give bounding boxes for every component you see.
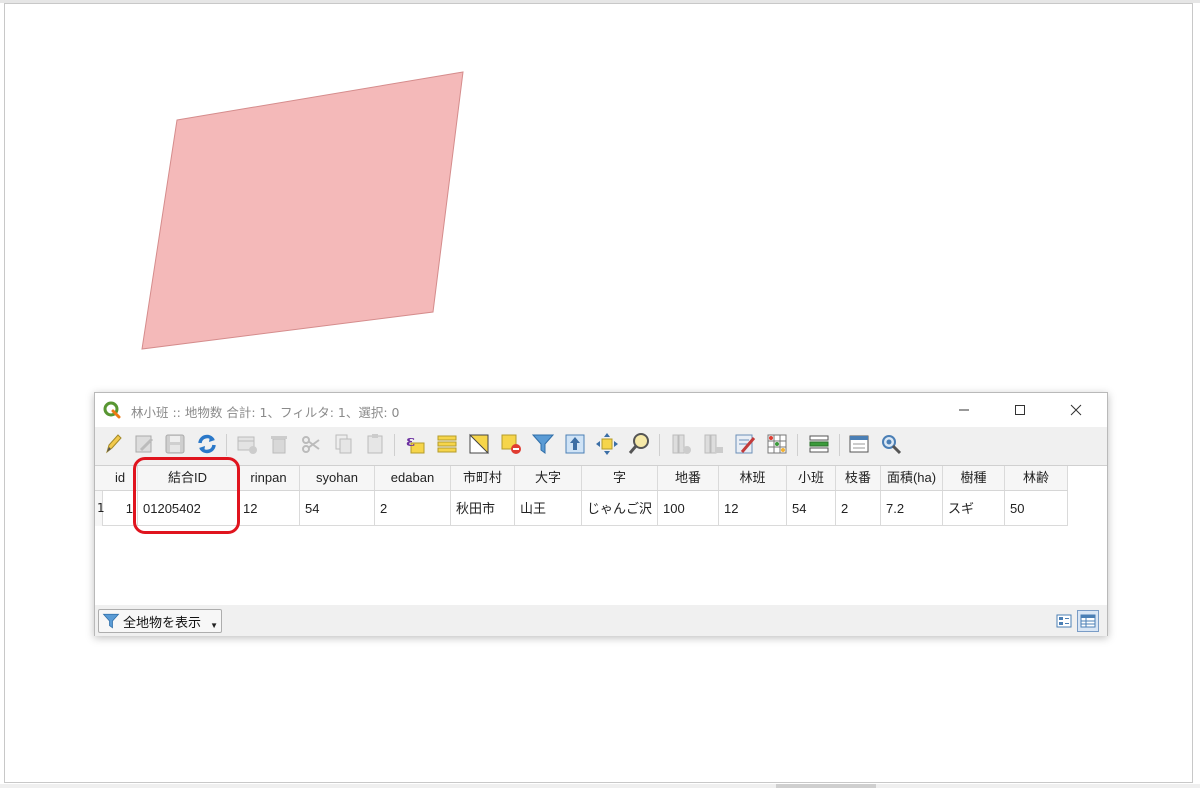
- toolbar-separator: [394, 434, 395, 456]
- table-row[interactable]: 1 01205402 12 54 2 秋田市 山王 じゃんご沢 100 12 54 2 7.2 スギ 50: [95, 491, 1068, 526]
- column-header[interactable]: edaban: [375, 466, 451, 490]
- toolbar-separator: [839, 434, 840, 456]
- table-cell[interactable]: 100: [658, 491, 719, 526]
- filter-icon: [102, 613, 120, 629]
- invert-selection-icon[interactable]: [467, 432, 491, 456]
- form-view-button[interactable]: [1053, 610, 1075, 632]
- forest-parcel-polygon[interactable]: [141, 71, 464, 350]
- multi-edit-icon[interactable]: [133, 432, 157, 456]
- qgis-logo-icon: [103, 401, 121, 419]
- table-view-icon: [1080, 614, 1096, 628]
- form-view-icon: [1056, 614, 1072, 628]
- column-header[interactable]: 市町村: [451, 466, 515, 490]
- column-header[interactable]: 地番: [658, 466, 719, 490]
- close-button[interactable]: [1053, 393, 1099, 427]
- maximize-icon: [1015, 405, 1025, 415]
- attribute-table[interactable]: id 結合ID rinpan syohan edaban 市町村 大字字地番 林班 小班 枝番 面積…: [95, 465, 1107, 606]
- column-header[interactable]: 字: [582, 466, 658, 490]
- minimize-button[interactable]: [941, 393, 987, 427]
- table-cell[interactable]: 54: [300, 491, 375, 526]
- table-cell[interactable]: じゃんご沢: [582, 491, 658, 526]
- toggle-edit-icon[interactable]: [101, 432, 125, 456]
- field-calculator-icon[interactable]: [733, 432, 757, 456]
- reload-icon[interactable]: [195, 432, 219, 456]
- add-feature-icon[interactable]: [235, 432, 259, 456]
- window-title: 林小班 :: 地物数 合計: 1、フィルタ: 1、選択: 0: [131, 405, 400, 420]
- toolbar-separator: [659, 434, 660, 456]
- show-features-filter-button[interactable]: 全地物を表示 ▼: [98, 609, 222, 633]
- select-all-icon[interactable]: [435, 432, 459, 456]
- cut-icon[interactable]: [299, 432, 323, 456]
- deselect-all-icon[interactable]: [499, 432, 523, 456]
- filter-select-icon[interactable]: [531, 432, 555, 456]
- column-header[interactable]: 枝番: [836, 466, 881, 490]
- move-selection-top-icon[interactable]: [563, 432, 587, 456]
- column-header[interactable]: 大字: [515, 466, 582, 490]
- delete-field-icon[interactable]: [701, 432, 725, 456]
- maximize-button[interactable]: [997, 393, 1043, 427]
- dropdown-caret-icon: ▼: [210, 621, 218, 630]
- copy-icon[interactable]: [331, 432, 355, 456]
- pan-to-selection-icon[interactable]: [595, 432, 619, 456]
- conditional-formatting-icon[interactable]: [765, 432, 789, 456]
- table-cell[interactable]: 2: [836, 491, 881, 526]
- column-header[interactable]: 小班: [787, 466, 836, 490]
- table-cell[interactable]: 秋田市: [451, 491, 515, 526]
- attribute-toolbar: ε: [95, 427, 1107, 463]
- select-by-expression-icon[interactable]: ε: [403, 432, 427, 456]
- zoom-to-selection-icon[interactable]: [627, 432, 651, 456]
- toolbar-separator: [226, 434, 227, 456]
- column-header[interactable]: rinpan: [238, 466, 300, 490]
- table-view-button[interactable]: [1077, 610, 1099, 632]
- column-header[interactable]: 林班: [719, 466, 787, 490]
- column-header[interactable]: 樹種: [943, 466, 1005, 490]
- delete-feature-icon[interactable]: [267, 432, 291, 456]
- filter-button-label: 全地物を表示: [123, 614, 202, 630]
- table-cell[interactable]: 50: [1005, 491, 1068, 526]
- table-cell[interactable]: 54: [787, 491, 836, 526]
- table-cell[interactable]: 12: [238, 491, 300, 526]
- bottom-bar: 全地物を表示 ▼: [95, 605, 1107, 636]
- attribute-table-window[interactable]: 林小班 :: 地物数 合計: 1、フィルタ: 1、選択: 0 ε id 結合ID…: [94, 392, 1108, 636]
- table-cell[interactable]: 12: [719, 491, 787, 526]
- table-cell[interactable]: 山王: [515, 491, 582, 526]
- table-cell[interactable]: スギ: [943, 491, 1005, 526]
- toolbar-separator: [797, 434, 798, 456]
- window-titlebar[interactable]: 林小班 :: 地物数 合計: 1、フィルタ: 1、選択: 0: [95, 393, 1107, 427]
- column-header[interactable]: 面積(ha): [881, 466, 943, 490]
- minimize-icon: [959, 409, 969, 411]
- organize-columns-icon[interactable]: [807, 432, 831, 456]
- svg-text:ε: ε: [406, 432, 415, 450]
- column-header[interactable]: 林齢: [1005, 466, 1068, 490]
- save-edits-icon[interactable]: [163, 432, 187, 456]
- table-cell[interactable]: 7.2: [881, 491, 943, 526]
- new-field-icon[interactable]: [669, 432, 693, 456]
- paste-icon[interactable]: [363, 432, 387, 456]
- column-header[interactable]: syohan: [300, 466, 375, 490]
- table-header-row: id 結合ID rinpan syohan edaban 市町村 大字字地番 林班 小班 枝番 面積…: [95, 466, 1068, 491]
- table-cell[interactable]: 2: [375, 491, 451, 526]
- dock-table-icon[interactable]: [847, 432, 871, 456]
- highlight-annotation: [133, 457, 240, 534]
- close-icon: [1070, 404, 1082, 416]
- actions-icon[interactable]: [879, 432, 903, 456]
